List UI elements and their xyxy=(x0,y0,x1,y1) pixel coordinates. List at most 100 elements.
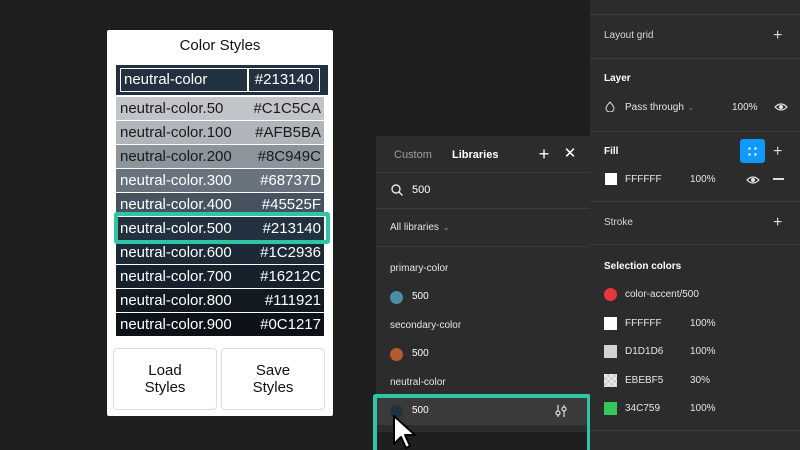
color-style-name: neutral-color.900 xyxy=(120,316,232,333)
color-style-name: neutral-color.50 xyxy=(120,100,224,117)
blend-mode-select[interactable]: Pass through ⌄ xyxy=(625,102,694,113)
add-layout-grid-icon[interactable]: + xyxy=(773,28,782,44)
header-style-name: neutral-color xyxy=(120,68,248,92)
fill-opacity[interactable]: 100% xyxy=(690,174,716,185)
selection-color-opacity: 30% xyxy=(690,374,711,386)
remove-fill-icon[interactable] xyxy=(773,178,784,180)
selection-color-opacity: 100% xyxy=(690,403,716,414)
mouse-cursor-icon xyxy=(393,415,416,449)
selected-style-header: neutral-color #213140 xyxy=(116,65,328,95)
fill-hex[interactable]: FFFFFF xyxy=(625,174,662,185)
layer-title: Layer xyxy=(604,73,631,84)
selection-color-hex: FFFFFF xyxy=(625,317,662,329)
stroke-title: Stroke xyxy=(604,217,633,228)
divider xyxy=(590,58,800,59)
add-fill-icon[interactable]: + xyxy=(773,144,782,160)
style-item-label: 500 xyxy=(412,348,429,359)
color-style-hex: #111921 xyxy=(264,292,321,309)
save-styles-button[interactable]: Save Styles xyxy=(221,348,325,410)
divider xyxy=(590,131,800,132)
color-style-row[interactable]: neutral-color.100 #AFB5BA xyxy=(116,121,324,144)
selection-color-swatch[interactable] xyxy=(604,402,617,415)
color-style-hex: #8C949C xyxy=(257,148,321,165)
selection-color-hex: color-accent/500 xyxy=(625,289,699,300)
selection-color-row[interactable]: EBEBF5 30% xyxy=(590,371,800,391)
style-library-button[interactable] xyxy=(740,139,765,163)
fill-visibility-eye-icon[interactable] xyxy=(746,175,760,185)
color-style-hex: #68737D xyxy=(260,172,321,189)
color-style-row[interactable]: neutral-color.200 #8C949C xyxy=(116,145,324,168)
library-select[interactable]: All libraries ⌄ xyxy=(390,222,450,233)
divider xyxy=(590,201,800,202)
style-item-label: 500 xyxy=(412,291,429,302)
selection-color-opacity: 100% xyxy=(690,317,716,329)
chevron-down-icon: ⌄ xyxy=(687,105,694,112)
search-icon xyxy=(391,184,403,196)
color-dot xyxy=(390,348,403,361)
color-style-row[interactable]: neutral-color.300 #68737D xyxy=(116,169,324,192)
divider xyxy=(590,430,800,431)
color-style-row[interactable]: neutral-color.700 #16212C xyxy=(116,265,324,288)
selection-color-swatch[interactable] xyxy=(604,373,617,387)
selection-color-row[interactable]: D1D1D6 100% xyxy=(590,342,800,362)
layer-visibility-eye-icon[interactable] xyxy=(774,102,788,112)
color-style-row[interactable]: neutral-color.900 #0C1217 xyxy=(116,313,324,336)
fill-color-swatch[interactable] xyxy=(605,173,617,185)
color-style-hex: #0C1217 xyxy=(260,316,321,333)
styles-grid-icon xyxy=(748,147,757,156)
blend-mode-icon xyxy=(605,101,615,112)
fill-title: Fill xyxy=(604,146,619,157)
plugin-title: Color Styles xyxy=(179,37,261,54)
color-style-name: neutral-color.600 xyxy=(120,244,232,261)
chevron-down-icon: ⌄ xyxy=(442,223,450,232)
selection-color-row[interactable]: FFFFFF 100% xyxy=(590,314,800,334)
tab-custom[interactable]: Custom xyxy=(394,149,432,161)
color-style-row[interactable]: neutral-color.600 #1C2936 xyxy=(116,241,324,264)
divider xyxy=(376,172,590,173)
divider xyxy=(590,244,800,245)
color-style-name: neutral-color.200 xyxy=(120,148,232,165)
layout-grid-title: Layout grid xyxy=(604,30,654,41)
highlight-neutral-500 xyxy=(114,212,330,244)
search-input[interactable]: 500 xyxy=(412,184,430,196)
color-style-name: neutral-color.700 xyxy=(120,268,232,285)
color-style-hex: #C1C5CA xyxy=(253,100,321,117)
color-style-hex: #AFB5BA xyxy=(255,124,321,141)
properties-panel: Layout grid + Layer Pass through ⌄ 100% F… xyxy=(590,0,800,450)
color-style-row[interactable]: neutral-color.800 #111921 xyxy=(116,289,324,312)
color-style-hex: #1C2936 xyxy=(260,244,321,261)
selection-colors-title: Selection colors xyxy=(604,261,682,272)
divider xyxy=(376,208,590,209)
color-style-row[interactable]: neutral-color.50 #C1C5CA xyxy=(116,97,324,120)
group-label-primary: primary-color xyxy=(390,263,449,274)
add-stroke-icon[interactable]: + xyxy=(773,215,782,231)
selection-color-row[interactable]: color-accent/500 xyxy=(590,285,800,305)
color-style-name: neutral-color.300 xyxy=(120,172,232,189)
load-styles-button[interactable]: Load Styles xyxy=(113,348,217,410)
selection-color-opacity: 100% xyxy=(690,346,716,357)
color-style-name: neutral-color.100 xyxy=(120,124,232,141)
color-style-name: neutral-color.800 xyxy=(120,292,232,309)
style-item-secondary-500[interactable]: 500 xyxy=(376,340,590,368)
color-dot xyxy=(390,291,403,304)
selection-color-swatch[interactable] xyxy=(604,345,617,358)
group-label-secondary: secondary-color xyxy=(390,320,462,331)
selection-color-hex: D1D1D6 xyxy=(625,346,664,357)
blend-mode-label: Pass through xyxy=(625,102,684,113)
layer-opacity[interactable]: 100% xyxy=(732,102,758,113)
tab-libraries[interactable]: Libraries xyxy=(452,149,498,161)
style-item-primary-500[interactable]: 500 xyxy=(376,283,590,311)
color-style-hex: #16212C xyxy=(260,268,321,285)
divider xyxy=(376,246,590,247)
add-style-icon[interactable]: + xyxy=(536,144,552,164)
group-label-neutral: neutral-color xyxy=(390,377,446,388)
selection-color-swatch[interactable] xyxy=(604,316,617,330)
selection-color-hex: 34C759 xyxy=(625,403,661,414)
close-icon[interactable]: ✕ xyxy=(562,144,578,164)
library-select-label: All libraries xyxy=(390,222,439,233)
selection-color-row[interactable]: 34C759 100% xyxy=(590,399,800,419)
header-style-hex: #213140 xyxy=(248,68,320,92)
selection-color-swatch[interactable] xyxy=(604,288,617,301)
selection-color-hex: EBEBF5 xyxy=(625,374,664,386)
divider xyxy=(590,14,800,15)
